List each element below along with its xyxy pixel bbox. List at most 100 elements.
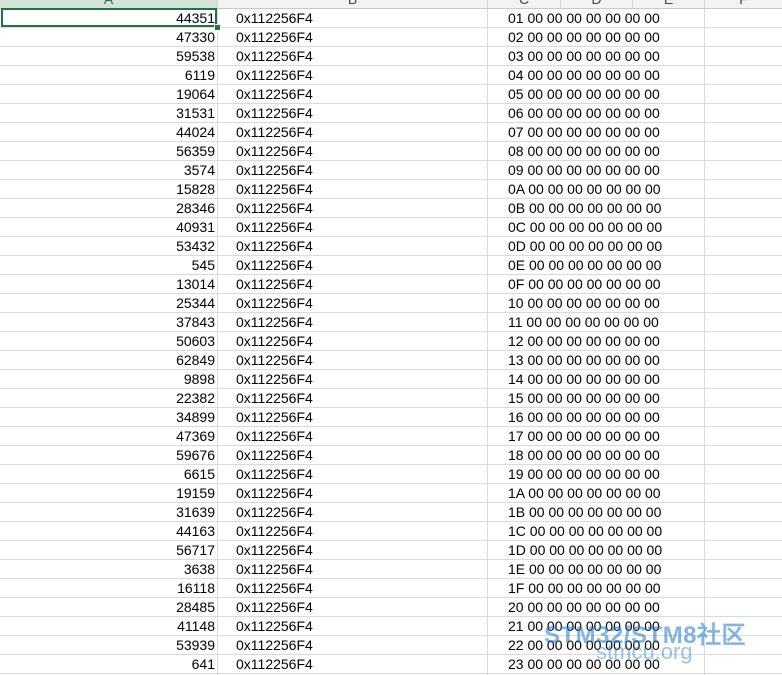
cell-a[interactable]: 28485 [0, 598, 218, 616]
cell-a[interactable]: 59538 [0, 47, 218, 65]
fill-handle[interactable] [214, 24, 221, 31]
cell-c[interactable]: 06 00 00 00 00 00 00 00 [488, 104, 718, 122]
cell-c[interactable]: 1F 00 00 00 00 00 00 00 [488, 579, 718, 597]
cell-c[interactable]: 0F 00 00 00 00 00 00 00 [488, 275, 718, 293]
cell-c[interactable]: 18 00 00 00 00 00 00 00 [488, 446, 718, 464]
cell-a[interactable]: 53939 [0, 636, 218, 654]
cell-c[interactable]: 1D 00 00 00 00 00 00 00 [488, 541, 718, 559]
cell-a[interactable]: 22382 [0, 389, 218, 407]
cell-c[interactable]: 04 00 00 00 00 00 00 00 [488, 66, 718, 84]
column-header-f[interactable]: F [705, 0, 782, 8]
cell-a[interactable]: 545 [0, 256, 218, 274]
cell-b[interactable]: 0x112256F4 [218, 104, 488, 122]
column-header-b[interactable]: B [218, 0, 488, 8]
cell-a[interactable]: 31531 [0, 104, 218, 122]
cell-a[interactable]: 19064 [0, 85, 218, 103]
cell-b[interactable]: 0x112256F4 [218, 237, 488, 255]
cell-b[interactable]: 0x112256F4 [218, 332, 488, 350]
cell-b[interactable]: 0x112256F4 [218, 275, 488, 293]
cell-c[interactable]: 13 00 00 00 00 00 00 00 [488, 351, 718, 369]
cell-c[interactable]: 03 00 00 00 00 00 00 00 [488, 47, 718, 65]
cell-b[interactable]: 0x112256F4 [218, 655, 488, 673]
cell-a[interactable]: 31639 [0, 503, 218, 521]
cell-b[interactable]: 0x112256F4 [218, 85, 488, 103]
cell-c[interactable]: 02 00 00 00 00 00 00 00 [488, 28, 718, 46]
cell-a[interactable]: 6119 [0, 66, 218, 84]
cell-c[interactable]: 20 00 00 00 00 00 00 00 [488, 598, 718, 616]
cell-b[interactable]: 0x112256F4 [218, 427, 488, 445]
cell-a[interactable]: 40931 [0, 218, 218, 236]
spreadsheet[interactable]: A B C D E F 443510x112256F401 00 00 00 0… [0, 0, 782, 675]
cell-b[interactable]: 0x112256F4 [218, 294, 488, 312]
cell-b[interactable]: 0x112256F4 [218, 313, 488, 331]
cell-a[interactable]: 3638 [0, 560, 218, 578]
cell-a[interactable]: 34899 [0, 408, 218, 426]
cell-c[interactable]: 10 00 00 00 00 00 00 00 [488, 294, 718, 312]
cell-b[interactable]: 0x112256F4 [218, 180, 488, 198]
cell-c[interactable]: 08 00 00 00 00 00 00 00 [488, 142, 718, 160]
cell-c[interactable]: 1B 00 00 00 00 00 00 00 [488, 503, 718, 521]
cell-b[interactable]: 0x112256F4 [218, 9, 488, 27]
cell-c[interactable]: 01 00 00 00 00 00 00 00 [488, 9, 718, 27]
cell-b[interactable]: 0x112256F4 [218, 541, 488, 559]
cell-c[interactable]: 1A 00 00 00 00 00 00 00 [488, 484, 718, 502]
cell-a[interactable]: 15828 [0, 180, 218, 198]
cell-a[interactable]: 59676 [0, 446, 218, 464]
cell-c[interactable]: 22 00 00 00 00 00 00 00 [488, 636, 718, 654]
cell-c[interactable]: 21 00 00 00 00 00 00 00 [488, 617, 718, 635]
cell-c[interactable]: 05 00 00 00 00 00 00 00 [488, 85, 718, 103]
cell-b[interactable]: 0x112256F4 [218, 47, 488, 65]
cell-a[interactable]: 44163 [0, 522, 218, 540]
cell-a[interactable]: 44351 [0, 9, 218, 27]
cell-c[interactable]: 1E 00 00 00 00 00 00 00 [488, 560, 718, 578]
cell-b[interactable]: 0x112256F4 [218, 560, 488, 578]
cell-b[interactable]: 0x112256F4 [218, 579, 488, 597]
cell-c[interactable]: 0B 00 00 00 00 00 00 00 [488, 199, 718, 217]
cell-a[interactable]: 50603 [0, 332, 218, 350]
cell-c[interactable]: 11 00 00 00 00 00 00 00 [488, 313, 718, 331]
cell-c[interactable]: 0A 00 00 00 00 00 00 00 [488, 180, 718, 198]
cell-b[interactable]: 0x112256F4 [218, 123, 488, 141]
cell-b[interactable]: 0x112256F4 [218, 66, 488, 84]
cell-b[interactable]: 0x112256F4 [218, 351, 488, 369]
cell-c[interactable]: 0D 00 00 00 00 00 00 00 [488, 237, 718, 255]
cell-c[interactable]: 23 00 00 00 00 00 00 00 [488, 655, 718, 673]
cell-b[interactable]: 0x112256F4 [218, 598, 488, 616]
cell-a[interactable]: 37843 [0, 313, 218, 331]
cell-c[interactable]: 17 00 00 00 00 00 00 00 [488, 427, 718, 445]
cell-b[interactable]: 0x112256F4 [218, 142, 488, 160]
cell-a[interactable]: 47330 [0, 28, 218, 46]
cell-c[interactable]: 12 00 00 00 00 00 00 00 [488, 332, 718, 350]
cell-c[interactable]: 0C 00 00 00 00 00 00 00 [488, 218, 718, 236]
column-header-c[interactable]: C [488, 0, 561, 8]
cell-a[interactable]: 16118 [0, 579, 218, 597]
cell-a[interactable]: 13014 [0, 275, 218, 293]
cell-a[interactable]: 28346 [0, 199, 218, 217]
cell-b[interactable]: 0x112256F4 [218, 446, 488, 464]
cell-b[interactable]: 0x112256F4 [218, 408, 488, 426]
cell-a[interactable]: 19159 [0, 484, 218, 502]
cell-b[interactable]: 0x112256F4 [218, 256, 488, 274]
cell-a[interactable]: 41148 [0, 617, 218, 635]
cell-b[interactable]: 0x112256F4 [218, 389, 488, 407]
cell-a[interactable]: 47369 [0, 427, 218, 445]
cell-c[interactable]: 19 00 00 00 00 00 00 00 [488, 465, 718, 483]
cell-c[interactable]: 09 00 00 00 00 00 00 00 [488, 161, 718, 179]
cell-b[interactable]: 0x112256F4 [218, 161, 488, 179]
cell-a[interactable]: 25344 [0, 294, 218, 312]
cell-a[interactable]: 56359 [0, 142, 218, 160]
cell-b[interactable]: 0x112256F4 [218, 617, 488, 635]
cell-a[interactable]: 6615 [0, 465, 218, 483]
cell-c[interactable]: 07 00 00 00 00 00 00 00 [488, 123, 718, 141]
cell-b[interactable]: 0x112256F4 [218, 636, 488, 654]
cell-b[interactable]: 0x112256F4 [218, 28, 488, 46]
cell-a[interactable]: 3574 [0, 161, 218, 179]
cell-a[interactable]: 9898 [0, 370, 218, 388]
cell-b[interactable]: 0x112256F4 [218, 503, 488, 521]
cell-a[interactable]: 62849 [0, 351, 218, 369]
column-header-e[interactable]: E [633, 0, 705, 8]
cell-c[interactable]: 16 00 00 00 00 00 00 00 [488, 408, 718, 426]
cell-a[interactable]: 53432 [0, 237, 218, 255]
column-header-d[interactable]: D [561, 0, 633, 8]
cell-c[interactable]: 0E 00 00 00 00 00 00 00 [488, 256, 718, 274]
